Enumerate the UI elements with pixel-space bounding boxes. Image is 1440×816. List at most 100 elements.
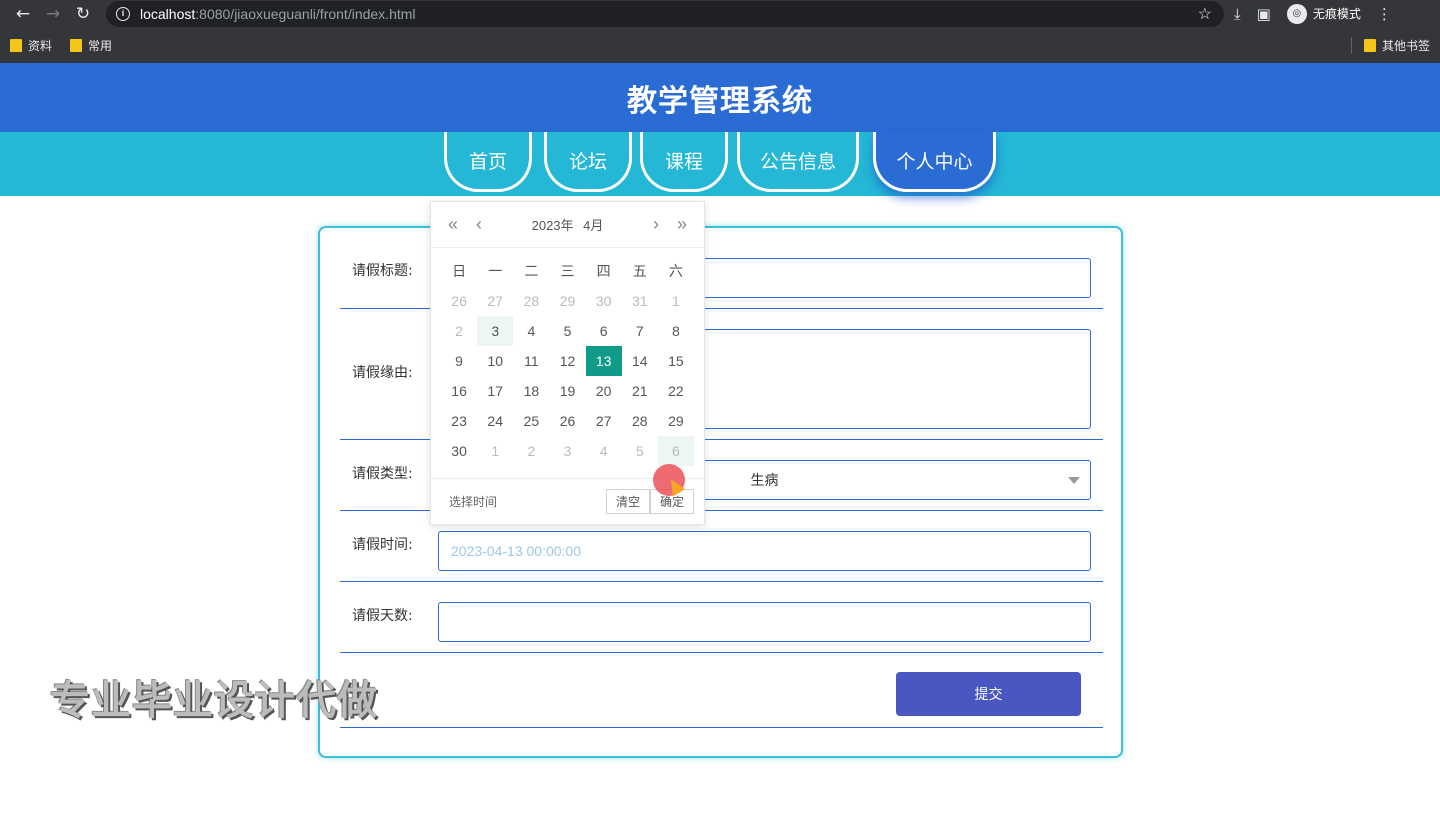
next-year-icon[interactable]: » — [672, 214, 692, 235]
calendar-week-row: 23 24 25 26 27 28 29 — [441, 406, 694, 436]
select-time-link[interactable]: 选择时间 — [449, 493, 497, 510]
calendar-day[interactable]: 19 — [549, 376, 585, 406]
calendar-day[interactable]: 28 — [622, 406, 658, 436]
calendar-day[interactable]: 6 — [586, 316, 622, 346]
weekday-header: 六 — [668, 263, 683, 279]
main-nav: 首页 论坛 课程 公告信息 个人中心 — [0, 132, 1440, 196]
calendar-day[interactable]: 22 — [658, 376, 694, 406]
nav-item-courses[interactable]: 课程 — [640, 132, 728, 192]
calendar-day[interactable]: 4 — [513, 316, 549, 346]
forward-arrow-icon[interactable]: → — [38, 4, 68, 24]
side-panel-icon[interactable]: ▣ — [1257, 5, 1271, 23]
info-icon[interactable]: i — [116, 6, 130, 21]
days-label: 请假天数: — [352, 608, 413, 624]
other-bookmarks[interactable]: 其他书签 — [1350, 36, 1430, 54]
prev-month-icon[interactable]: ‹ — [469, 214, 489, 235]
calendar-day[interactable]: 6 — [657, 436, 694, 466]
calendar-day[interactable]: 29 — [549, 286, 585, 316]
chevron-down-icon — [1068, 477, 1080, 484]
url-host: localhost — [140, 5, 196, 22]
nav-item-home[interactable]: 首页 — [444, 132, 532, 192]
calendar-day[interactable]: 3 — [477, 316, 514, 346]
bookmark-label: 其他书签 — [1381, 38, 1430, 53]
form-row-days: 请假天数: — [340, 582, 1103, 653]
bookmark-folder[interactable]: 常用 — [70, 37, 112, 54]
calendar-grid: 日一二三四五六 26 27 28 29 30 31 1 2 3 4 5 6 7 8 9 10 11 12 13 14 1… — [431, 248, 704, 466]
calendar-week-row: 30 1 2 3 4 5 6 — [441, 436, 694, 466]
calendar-day[interactable]: 1 — [658, 286, 694, 316]
calendar-day[interactable]: 23 — [441, 406, 477, 436]
calendar-week-row: 16 17 18 19 20 21 22 — [441, 376, 694, 406]
calendar-day[interactable]: 5 — [549, 316, 585, 346]
calendar-day[interactable]: 16 — [441, 376, 477, 406]
calendar-week-row: 2345678 — [441, 316, 694, 346]
calendar-day[interactable]: 14 — [622, 346, 658, 376]
watermark-text: 专业毕业设计代做 — [50, 678, 378, 724]
next-month-icon[interactable]: › — [646, 214, 666, 235]
nav-item-announcements[interactable]: 公告信息 — [737, 132, 859, 192]
calendar-day[interactable]: 24 — [477, 406, 513, 436]
date-picker-header: « ‹ 2023年 4月 › » — [431, 202, 704, 248]
calendar-day[interactable]: 13 — [585, 346, 622, 376]
incognito-indicator[interactable]: ◎ 无痕模式 — [1286, 3, 1361, 24]
menu-kebab-icon[interactable]: ⋮ — [1377, 5, 1392, 23]
site-title: 教学管理系统 — [627, 83, 813, 119]
calendar-day[interactable]: 2 — [513, 436, 549, 466]
type-label: 请假类型: — [352, 466, 413, 482]
calendar-day[interactable]: 12 — [549, 346, 585, 376]
address-bar[interactable]: i localhost:8080/jiaoxueguanli/front/ind… — [106, 0, 1224, 27]
calendar-day[interactable]: 26 — [549, 406, 585, 436]
star-icon[interactable]: ☆ — [1198, 4, 1212, 24]
calendar-week-row: 9 10 11 12 13 14 15 — [441, 346, 694, 376]
calendar-day[interactable]: 30 — [441, 436, 477, 466]
calendar-day[interactable]: 5 — [622, 436, 658, 466]
download-icon[interactable]: ⤓ — [1234, 5, 1241, 23]
calendar-day[interactable]: 11 — [513, 346, 549, 376]
weekday-header: 日 — [452, 263, 467, 279]
reload-icon[interactable]: ↻ — [68, 4, 98, 24]
days-input[interactable] — [438, 602, 1091, 642]
calendar-day[interactable]: 9 — [441, 346, 477, 376]
time-input[interactable]: 2023-04-13 00:00:00 — [438, 531, 1091, 571]
calendar-day[interactable]: 26 — [441, 286, 477, 316]
title-label: 请假标题: — [352, 263, 413, 279]
calendar-weeks: 26 27 28 29 30 31 1 2 3 4 5 6 7 8 9 10 11 12 13 14 15 16 17 18 1… — [441, 286, 694, 466]
calendar-day[interactable]: 3 — [549, 436, 585, 466]
calendar-day[interactable]: 4 — [586, 436, 622, 466]
calendar-day[interactable]: 10 — [477, 346, 513, 376]
bookmark-folder[interactable]: 资料 — [10, 37, 52, 54]
weekday-header: 三 — [560, 263, 575, 279]
calendar-day[interactable]: 17 — [477, 376, 513, 406]
nav-item-forum[interactable]: 论坛 — [544, 132, 632, 192]
calendar-day[interactable]: 21 — [622, 376, 658, 406]
weekday-header: 四 — [596, 263, 611, 279]
calendar-day[interactable]: 15 — [658, 346, 694, 376]
calendar-day[interactable]: 1 — [477, 436, 513, 466]
incognito-label: 无痕模式 — [1312, 7, 1361, 21]
calendar-day[interactable]: 18 — [513, 376, 549, 406]
calendar-day[interactable]: 30 — [586, 286, 622, 316]
site-header: 教学管理系统 — [0, 63, 1440, 132]
weekday-header: 一 — [488, 263, 503, 279]
browser-chrome: ← → ↻ i localhost:8080/jiaoxueguanli/fro… — [0, 0, 1440, 63]
time-label: 请假时间: — [352, 537, 413, 553]
calendar-day[interactable]: 27 — [477, 286, 513, 316]
url-path: :8080/jiaoxueguanli/front/index.html — [195, 5, 416, 22]
clear-button[interactable]: 清空 — [605, 489, 650, 514]
calendar-day[interactable]: 28 — [513, 286, 549, 316]
date-picker-title[interactable]: 2023年 4月 — [532, 215, 604, 234]
nav-item-personal-center[interactable]: 个人中心 — [873, 132, 996, 192]
calendar-day[interactable]: 29 — [658, 406, 694, 436]
calendar-day[interactable]: 2 — [441, 316, 477, 346]
back-arrow-icon[interactable]: ← — [8, 4, 38, 24]
calendar-day[interactable]: 27 — [586, 406, 622, 436]
calendar-day[interactable]: 7 — [622, 316, 658, 346]
calendar-day[interactable]: 8 — [658, 316, 694, 346]
calendar-day[interactable]: 20 — [586, 376, 622, 406]
browser-toolbar: ← → ↻ i localhost:8080/jiaoxueguanli/fro… — [0, 0, 1440, 27]
prev-year-icon[interactable]: « — [443, 214, 463, 235]
folder-icon — [70, 38, 83, 52]
submit-button[interactable]: 提交 — [896, 672, 1081, 716]
calendar-day[interactable]: 25 — [513, 406, 549, 436]
calendar-day[interactable]: 31 — [622, 286, 658, 316]
